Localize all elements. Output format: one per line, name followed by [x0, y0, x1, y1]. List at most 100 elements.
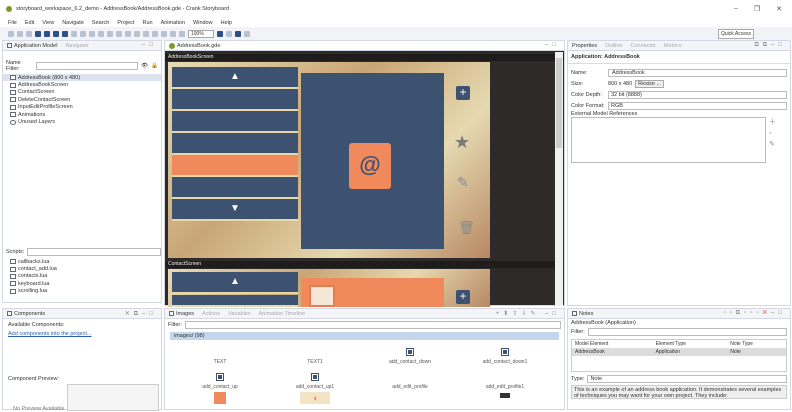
name-input[interactable]: AddressBook	[608, 68, 787, 77]
panel-controls[interactable]: –□	[142, 42, 157, 48]
table-row[interactable]: AddressBook Application Note	[572, 348, 786, 356]
redo-icon[interactable]	[107, 30, 113, 37]
align-center-icon[interactable]	[143, 30, 149, 37]
tree-item[interactable]: ContactScreen	[3, 89, 161, 96]
eye-icon[interactable]: 👁	[141, 63, 148, 69]
tab-navigator[interactable]: Navigator	[65, 43, 89, 49]
delete-icon[interactable]: 🗑	[458, 220, 475, 236]
list-row[interactable]	[172, 177, 298, 199]
add-contact-icon[interactable]: +	[456, 86, 470, 100]
screen-icon[interactable]	[53, 30, 59, 37]
image-icon[interactable]	[80, 30, 86, 37]
lock-icon[interactable]: 🔒	[151, 63, 158, 69]
close-button[interactable]: ✕	[776, 5, 782, 13]
scroll-up-arrow-icon[interactable]: ▲	[172, 272, 298, 294]
tab-actions[interactable]: Actions	[202, 311, 220, 317]
contact-list[interactable]: ▲ ▼	[172, 67, 298, 254]
menu-window[interactable]: Window	[193, 20, 213, 26]
text-icon[interactable]	[89, 30, 95, 37]
undo-icon[interactable]	[98, 30, 104, 37]
image-item[interactable]: add_edit_profile1	[460, 384, 550, 401]
add-reference-icon[interactable]: ＋	[769, 117, 776, 127]
script-item[interactable]: callbacks.lua	[3, 258, 57, 265]
remove-reference-icon[interactable]: ▫	[769, 130, 776, 137]
color-format-select[interactable]: RGB	[608, 101, 787, 110]
script-item[interactable]: keyboard.lua	[3, 280, 57, 287]
type-select[interactable]: Note	[587, 375, 787, 383]
quick-access-field[interactable]: Quick Access	[717, 29, 754, 39]
menu-view[interactable]: View	[42, 20, 54, 26]
panel-controls[interactable]: ⧉⧉–□	[754, 42, 786, 49]
image-item[interactable]: add_contact_down1	[460, 348, 550, 365]
shape-icon[interactable]	[116, 30, 122, 37]
menu-navigate[interactable]: Navigate	[62, 20, 84, 26]
add-contact-icon[interactable]: +	[456, 290, 470, 304]
tree-item[interactable]: AddressBookScreen	[3, 81, 161, 88]
panel-controls[interactable]: ✕⧉–□	[125, 310, 157, 318]
zoom-out-icon[interactable]	[179, 30, 185, 37]
image-item[interactable]: add_contact_up	[175, 373, 265, 406]
circle-icon[interactable]	[244, 30, 250, 37]
list-row[interactable]	[172, 89, 298, 111]
name-filter-input[interactable]	[36, 62, 139, 70]
distribute-icon[interactable]	[161, 30, 167, 37]
minimize-button[interactable]: –	[734, 5, 738, 13]
scroll-up-arrow-icon[interactable]: ▲	[172, 67, 298, 89]
external-model-list[interactable]	[571, 117, 766, 163]
add-components-link[interactable]: Add components into the project...	[3, 331, 161, 337]
edit-icon[interactable]: ✎	[457, 174, 469, 191]
control-icon[interactable]	[71, 30, 77, 37]
image-item[interactable]: add_contact_down	[365, 348, 455, 365]
tab-animation-timeline[interactable]: Animation Timeline	[259, 311, 305, 317]
device-icon[interactable]	[44, 30, 50, 37]
scripts-filter-input[interactable]	[27, 248, 162, 256]
save-icon[interactable]	[17, 30, 23, 37]
image-item[interactable]: TEXT1	[270, 359, 360, 365]
addressbook-screen-canvas[interactable]: ▲ ▼ @ + ★ ✎ 🗑	[168, 62, 490, 258]
globe-icon[interactable]	[226, 30, 232, 37]
tree-item[interactable]: Unused Layers	[3, 118, 161, 125]
restore-button[interactable]: ❐	[754, 5, 760, 13]
tab-outline[interactable]: Outline	[605, 43, 622, 49]
tab-images[interactable]: Images	[169, 311, 194, 317]
script-item[interactable]: contacts.lua	[3, 273, 57, 280]
tab-connector[interactable]: Connector	[631, 43, 656, 49]
panel-controls[interactable]: ▫▫⧉▫▫▫✕–□	[724, 310, 786, 317]
save-all-icon[interactable]	[26, 30, 32, 37]
image-item[interactable]: add_edit_profile	[365, 384, 455, 390]
zoom-in-icon[interactable]	[170, 30, 176, 37]
panel-controls[interactable]: –□	[545, 42, 560, 48]
menu-search[interactable]: Search	[92, 20, 109, 26]
tab-notes[interactable]: Notes	[572, 311, 593, 317]
polygon-icon[interactable]	[125, 30, 131, 37]
favorite-star-icon[interactable]: ★	[454, 132, 470, 153]
menu-animation[interactable]: Animation	[161, 20, 185, 26]
tree-item[interactable]: Animations	[3, 111, 161, 118]
images-filter-input[interactable]	[184, 321, 561, 329]
menu-run[interactable]: Run	[142, 20, 152, 26]
tab-variables[interactable]: Variables	[228, 311, 251, 317]
script-item[interactable]: scrolling.lua	[3, 288, 57, 295]
images-folder-header[interactable]: images/ (98)	[170, 332, 559, 340]
new-icon[interactable]	[8, 30, 14, 37]
tab-addressbook-gde[interactable]: AddressBook.gde	[169, 42, 220, 49]
align-left-icon[interactable]	[134, 30, 140, 37]
edit-reference-icon[interactable]: ✎	[769, 140, 776, 148]
zoom-select[interactable]: 100%	[188, 29, 214, 38]
vertical-scrollbar[interactable]	[555, 52, 563, 306]
menu-edit[interactable]: Edit	[25, 20, 34, 26]
column-header[interactable]: Model Element	[572, 340, 653, 348]
tab-application-model[interactable]: Application Model	[7, 43, 57, 49]
layer-icon[interactable]	[62, 30, 68, 37]
list-row[interactable]	[172, 295, 298, 307]
notes-filter-input[interactable]	[587, 328, 787, 336]
menu-file[interactable]: File	[8, 20, 17, 26]
column-header[interactable]: Note Type	[727, 340, 786, 348]
tree-item[interactable]: DeleteContactScreen	[3, 96, 161, 103]
scroll-down-arrow-icon[interactable]: ▼	[172, 199, 298, 221]
tab-components[interactable]: Components	[7, 311, 45, 317]
tag-icon[interactable]	[217, 30, 223, 37]
contact-screen-canvas[interactable]: ▲ +	[168, 269, 490, 307]
tab-metrics[interactable]: Metrics	[664, 43, 682, 49]
image-item[interactable]: add_contact_up1 ◖	[270, 373, 360, 406]
